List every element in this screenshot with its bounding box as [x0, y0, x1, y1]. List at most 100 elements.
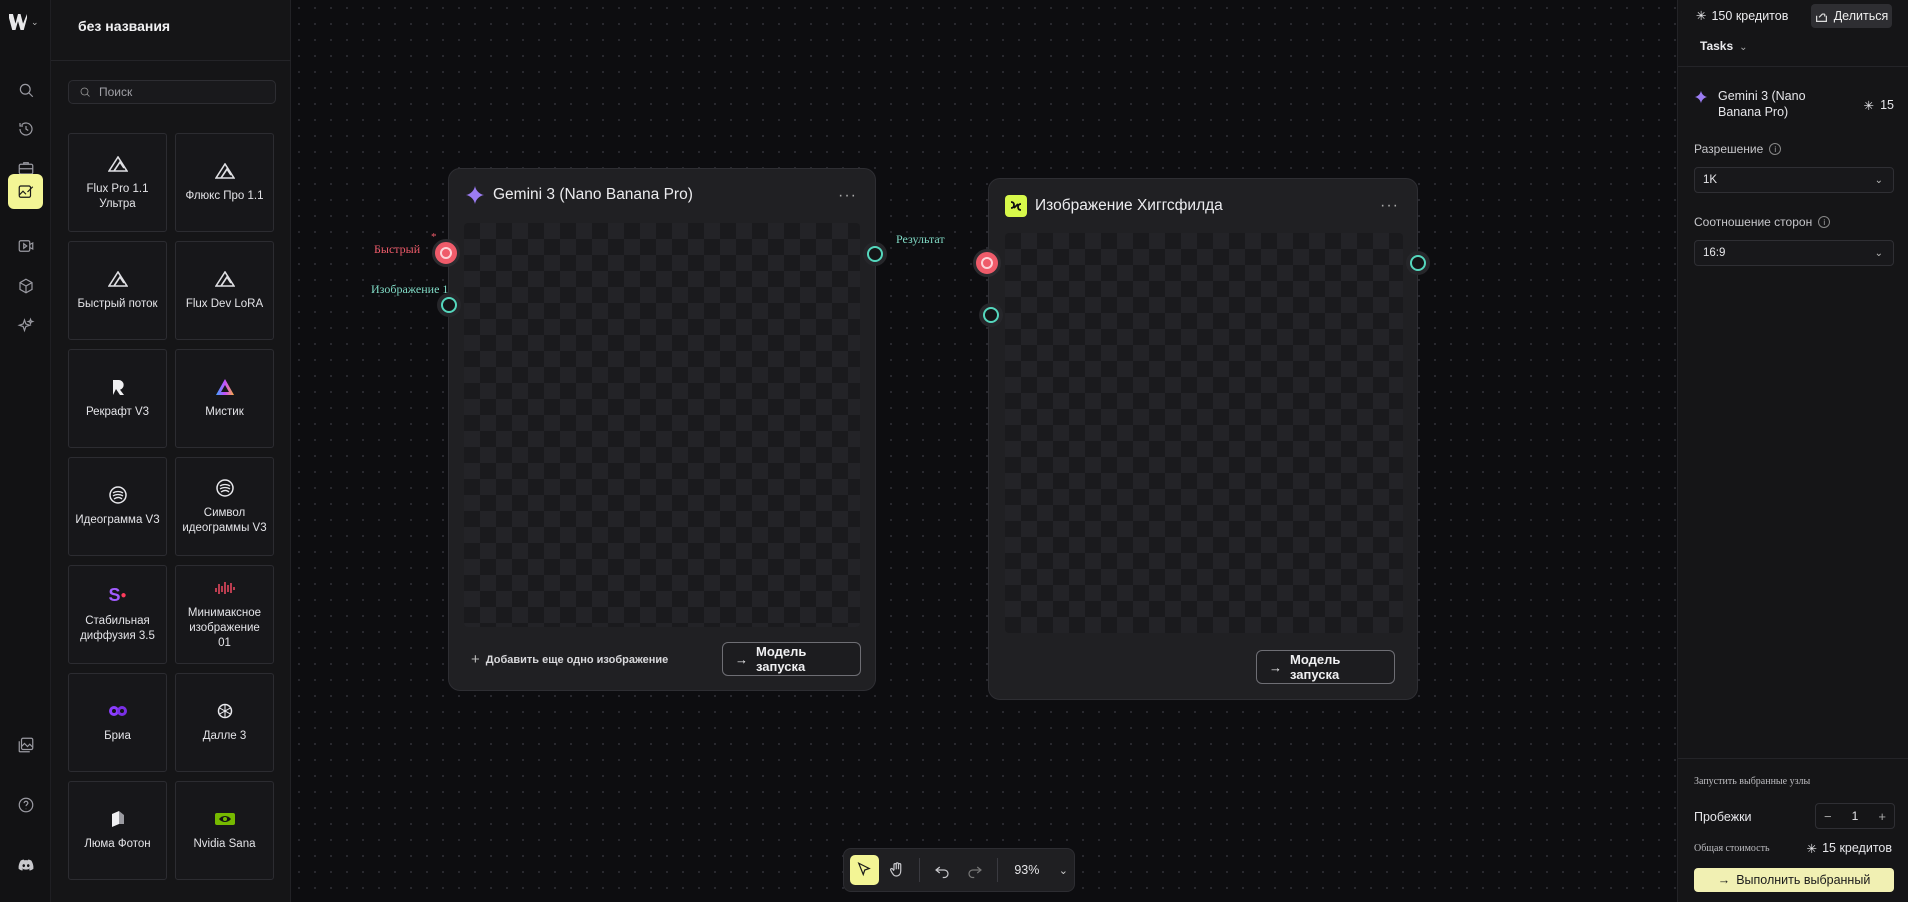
rail-discord-button[interactable] [8, 847, 43, 882]
model-card-label: Nvidia Sana [193, 838, 256, 850]
output-port[interactable] [1410, 255, 1426, 271]
add-image-label: Добавить еще одно изображение [485, 653, 669, 666]
rail-ai-button[interactable] [8, 308, 43, 343]
node-menu-button[interactable]: ··· [838, 187, 857, 205]
model-card-flux-dev-lora[interactable]: Flux Dev LoRA [175, 241, 274, 340]
node-menu-button[interactable]: ··· [1380, 197, 1399, 215]
library-search[interactable] [68, 80, 276, 104]
search-icon [80, 87, 90, 97]
model-card-minimax[interactable]: Минимаксное изображение 01 [175, 565, 274, 664]
app-logo-menu[interactable]: ⌄ [9, 12, 43, 32]
model-card-flux-pro[interactable]: Флюкс Про 1.1 [175, 133, 274, 232]
model-cost-value: 15 [1880, 98, 1894, 112]
app-root: ⌄ без названия Поиск Flux Pro 1.1 Ультра… [0, 0, 1908, 902]
model-card-label: Далле 3 [202, 730, 247, 742]
run-selected-heading: Запустить выбранные узлы [1694, 776, 1811, 787]
model-card-luma[interactable]: Люма Фотон [68, 781, 167, 880]
rail-search-button[interactable] [8, 72, 43, 107]
node-title: Gemini 3 (Nano Banana Pro) [493, 186, 693, 203]
runs-stepper[interactable]: − 1 + [1815, 803, 1895, 829]
model-library-panel: без названия Flux Pro 1.1 Ультра Флюкс П… [51, 0, 291, 902]
model-card-label: Стабильная диффузия 3.5 [80, 614, 155, 642]
node-title: Изображение Хиггсфилда [1035, 197, 1223, 214]
model-card-mystic[interactable]: Мистик [175, 349, 274, 448]
model-card-ideogram[interactable]: Идеограмма V3 [68, 457, 167, 556]
select-tool-button[interactable] [850, 855, 879, 885]
image-input-port[interactable] [983, 307, 999, 323]
arrow-right-icon: → [735, 651, 748, 667]
help-icon [18, 797, 33, 812]
share-button[interactable]: Делиться [1811, 4, 1892, 28]
increment-button[interactable]: + [1878, 809, 1886, 824]
model-card-label: Люма Фотон [84, 838, 151, 850]
tasks-dropdown[interactable]: Tasks ⌄ [1700, 39, 1748, 53]
hand-icon [889, 862, 902, 877]
search-input[interactable] [99, 85, 259, 99]
rail-help-button[interactable] [8, 787, 43, 822]
zoom-level[interactable]: 93% [1014, 863, 1046, 877]
prompt-input-port[interactable] [973, 249, 1001, 277]
aspect-select[interactable]: 16:9 ⌄ [1694, 240, 1894, 266]
model-card-flux-pro-ultra[interactable]: Flux Pro 1.1 Ультра [68, 133, 167, 232]
model-card-stable-diffusion[interactable]: S ● Стабильная диффузия 3.5 [68, 565, 167, 664]
video-icon [18, 239, 33, 252]
chevron-down-icon[interactable]: ⌄ [1059, 864, 1068, 877]
credits-value: 150 кредитов [1711, 8, 1789, 23]
add-image-button[interactable]: + Добавить еще одно изображение [471, 651, 668, 668]
divider [51, 60, 291, 61]
arrow-right-icon: → [1717, 873, 1731, 887]
run-model-button[interactable]: → Модель запуска [722, 642, 861, 676]
share-label: Делиться [1833, 9, 1889, 23]
model-card-nvidia-sana[interactable]: Nvidia Sana [175, 781, 274, 880]
model-card-dalle[interactable]: Далле 3 [175, 673, 274, 772]
flux-icon [214, 161, 236, 181]
model-card-label: Бриа [104, 730, 131, 742]
model-card-flux-fast[interactable]: Быстрый поток [68, 241, 167, 340]
resolution-select[interactable]: 1K ⌄ [1694, 167, 1894, 193]
image-input-port[interactable] [441, 297, 457, 313]
port-label-result: Результат [896, 232, 945, 246]
search-icon [19, 83, 33, 97]
gemini-sparkle-icon [466, 186, 484, 204]
model-card-ideogram-char[interactable]: Символ идеограммы V3 [175, 457, 274, 556]
model-grid: Flux Pro 1.1 Ультра Флюкс Про 1.1 Быстры… [68, 133, 278, 880]
execute-selected-button[interactable]: → Выполнить выбранный [1694, 868, 1894, 892]
model-card-bria[interactable]: Бриа [68, 673, 167, 772]
execute-label: Выполнить выбранный [1736, 873, 1871, 887]
divider [919, 858, 921, 882]
undo-button[interactable] [928, 855, 957, 885]
info-icon[interactable]: i [1769, 143, 1782, 155]
image-edit-icon [18, 184, 33, 198]
model-card-recraft[interactable]: Рекрафт V3 [68, 349, 167, 448]
decrement-button[interactable]: − [1824, 809, 1832, 824]
prompt-input-port[interactable] [432, 239, 460, 267]
required-mark: * [431, 231, 437, 243]
history-icon [18, 121, 33, 136]
stability-icon: S ● [108, 585, 127, 605]
openai-icon [214, 701, 236, 721]
aspect-value: 16:9 [1703, 247, 1726, 259]
node-higgsfield[interactable]: Изображение Хиггсфилда ··· → Модель запу… [988, 178, 1418, 700]
rail-image-gen-button[interactable] [8, 174, 43, 209]
node-gemini[interactable]: Gemini 3 (Nano Banana Pro) ··· + Добавит… [448, 168, 876, 691]
port-label-prompt: Быстрый [374, 242, 421, 256]
rail-history-button[interactable] [8, 111, 43, 146]
redo-button[interactable] [961, 855, 990, 885]
discord-icon [18, 859, 33, 871]
pan-tool-button[interactable] [883, 855, 912, 885]
info-icon[interactable]: i [1818, 216, 1831, 228]
asterisk-icon: ✳ [1696, 9, 1707, 23]
port-label-image: Изображение 1 [371, 282, 449, 296]
selected-model-row: Gemini 3 (Nano Banana Pro) ✳ 15 [1694, 88, 1894, 120]
rail-gallery-button[interactable] [8, 727, 43, 762]
higgsfield-logo-icon [1005, 195, 1027, 217]
aspect-label-row: Соотношение сторон i [1694, 215, 1831, 229]
rail-3d-button[interactable] [8, 268, 43, 303]
workflow-canvas[interactable]: Gemini 3 (Nano Banana Pro) ··· + Добавит… [291, 0, 1677, 902]
node-header: Gemini 3 (Nano Banana Pro) [465, 185, 693, 205]
rail-video-button[interactable] [8, 228, 43, 263]
project-title[interactable]: без названия [78, 18, 170, 34]
aspect-label: Соотношение сторон [1694, 215, 1813, 229]
run-model-button[interactable]: → Модель запуска [1256, 650, 1395, 684]
result-output-port[interactable] [867, 246, 883, 262]
